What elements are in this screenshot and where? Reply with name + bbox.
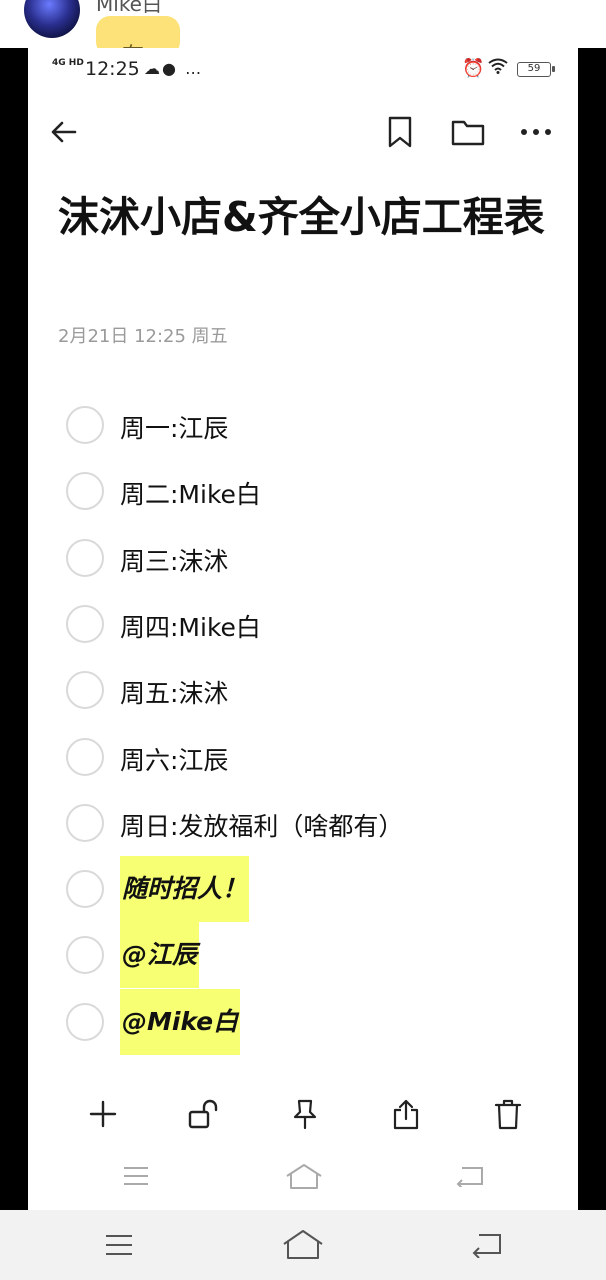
bookmark-button[interactable] xyxy=(378,110,422,154)
checklist-item: 周二:Mike白 xyxy=(28,458,578,524)
checklist-item-text[interactable]: 周一:江辰 xyxy=(120,409,228,445)
folder-button[interactable] xyxy=(446,110,490,154)
checkbox[interactable] xyxy=(66,604,104,643)
checklist-item-text[interactable]: 周三:沫沭 xyxy=(120,542,228,578)
outer-home-button[interactable] xyxy=(280,1226,326,1262)
menu-icon xyxy=(124,1167,148,1185)
checklist-item: 周四:Mike白 xyxy=(28,591,578,657)
note-title[interactable]: 沫沭小店&齐全小店工程表 xyxy=(58,188,558,246)
bookmark-icon xyxy=(388,116,412,148)
checklist-item-text[interactable]: 周四:Mike白 xyxy=(120,608,261,644)
checklist-item: 周日:发放福利（啥都有） xyxy=(28,790,578,856)
phone-screen: 4G HD 12:25 ☁● … ⏰ 59 沫沭小店&齐全小店工程表 2月21日… xyxy=(28,48,578,1210)
screenshot-border-right xyxy=(578,48,606,1210)
chat-strip: Mike白 有 xyxy=(0,0,606,48)
inner-menu-button[interactable] xyxy=(118,1162,154,1190)
cloud-icon: ☁ xyxy=(144,59,162,78)
add-button[interactable] xyxy=(83,1094,123,1134)
folder-icon xyxy=(451,120,485,146)
bottom-toolbar xyxy=(28,1088,578,1138)
share-icon xyxy=(393,1099,419,1130)
unlock-button[interactable] xyxy=(183,1094,223,1134)
checkbox[interactable] xyxy=(66,406,104,444)
status-bar: 4G HD 12:25 ☁● … ⏰ 59 xyxy=(28,48,578,92)
note-date: 2月21日 12:25 周五 xyxy=(58,326,228,347)
pin-icon xyxy=(293,1099,317,1130)
checklist-item: 周五:沫沭 xyxy=(28,657,578,723)
add-icon xyxy=(89,1100,117,1128)
checklist-item-text[interactable]: 周二:Mike白 xyxy=(120,475,261,511)
checklist-item-text[interactable]: @Mike白 xyxy=(120,988,241,1055)
checkbox[interactable] xyxy=(66,671,104,710)
avatar[interactable] xyxy=(24,0,80,38)
checklist-item-text[interactable]: 周五:沫沭 xyxy=(120,674,228,710)
battery-icon: 59 xyxy=(517,62,555,77)
outer-back-button[interactable] xyxy=(468,1230,506,1260)
checklist-item-text[interactable]: @江辰 xyxy=(120,922,200,989)
network-indicator: 4G HD xyxy=(52,58,84,68)
inner-home-button[interactable] xyxy=(282,1160,326,1192)
checklist-item: 周一:江辰 xyxy=(28,392,578,458)
chat-bubble[interactable]: 有 xyxy=(96,16,180,48)
checklist-item: @江辰 xyxy=(28,922,578,989)
back-button[interactable] xyxy=(42,110,86,154)
checklist-item: @Mike白 xyxy=(28,988,578,1055)
checklist-item-text[interactable]: 周六:江辰 xyxy=(120,741,228,777)
unlock-icon xyxy=(188,1099,218,1129)
inner-nav-bar xyxy=(28,1156,578,1196)
chat-bubble-text: 有 xyxy=(122,38,144,48)
checklist-item: 周三:沫沭 xyxy=(28,525,578,591)
checklist-item-text[interactable]: 随时招人！ xyxy=(120,856,250,923)
screenshot-border-left xyxy=(0,48,28,1210)
home-icon xyxy=(286,1164,322,1189)
checkbox[interactable] xyxy=(66,538,104,577)
share-button[interactable] xyxy=(386,1094,426,1134)
battery-level: 59 xyxy=(527,63,541,74)
chat-sender-name: Mike白 xyxy=(96,0,162,16)
checkbox[interactable] xyxy=(66,870,104,909)
back-icon xyxy=(456,1167,483,1187)
checkbox[interactable] xyxy=(66,737,104,776)
inner-back-button[interactable] xyxy=(452,1162,488,1190)
checkbox[interactable] xyxy=(66,936,104,975)
status-notification-icons: ☁● … xyxy=(144,59,203,78)
outer-nav-bar xyxy=(0,1210,606,1280)
menu-icon xyxy=(106,1235,132,1255)
alarm-icon: ⏰ xyxy=(462,58,485,79)
network-label: 4G HD xyxy=(52,58,84,68)
checklist-item: 周六:江辰 xyxy=(28,724,578,790)
trash-icon xyxy=(494,1099,522,1130)
checkbox[interactable] xyxy=(66,803,104,842)
more-icon xyxy=(521,129,551,135)
status-extra: … xyxy=(185,59,204,78)
checkbox[interactable] xyxy=(66,1002,104,1041)
checkbox[interactable] xyxy=(66,472,104,511)
back-icon xyxy=(472,1234,501,1258)
more-button[interactable] xyxy=(514,110,558,154)
home-icon xyxy=(283,1230,323,1259)
note-toolbar xyxy=(28,92,578,172)
delete-button[interactable] xyxy=(488,1094,528,1134)
checklist-item: 随时招人！ xyxy=(28,856,578,923)
status-time: 12:25 xyxy=(85,58,140,80)
back-arrow-icon xyxy=(51,121,77,143)
checklist-item-text[interactable]: 周日:发放福利（啥都有） xyxy=(120,807,403,843)
planet-icon: ● xyxy=(162,59,178,78)
pin-button[interactable] xyxy=(285,1094,325,1134)
outer-menu-button[interactable] xyxy=(100,1230,138,1260)
wifi-icon xyxy=(488,58,508,78)
